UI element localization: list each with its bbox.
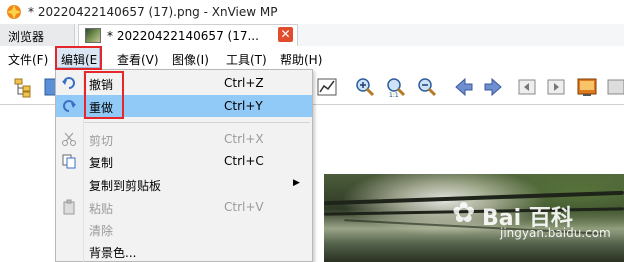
tab-image-label: * 20220422140657 (17...	[107, 29, 259, 43]
tab-browser[interactable]: 浏览器	[0, 24, 75, 46]
last-page-icon[interactable]	[545, 76, 567, 98]
svg-text:1:1: 1:1	[389, 92, 399, 98]
next-arrow-icon[interactable]	[482, 76, 504, 98]
annotation-box-edit-menu	[55, 46, 102, 70]
watermark-url: jingyan.baidu.com	[500, 226, 611, 240]
window-title: * 20220422140657 (17).png - XnView MP	[28, 5, 278, 19]
undo-icon	[61, 75, 77, 91]
paste-icon	[61, 199, 77, 215]
menu-tools[interactable]: 工具(T)	[226, 51, 267, 68]
menu-item-clear[interactable]: 清除	[56, 218, 312, 240]
tree-view-icon[interactable]	[12, 76, 34, 98]
menu-item-label: 清除	[89, 224, 114, 238]
menu-file[interactable]: 文件(F)	[8, 51, 48, 68]
histogram-icon[interactable]	[316, 76, 338, 98]
menu-item-background-color[interactable]: 背景色...	[56, 240, 312, 262]
tab-browser-label: 浏览器	[8, 30, 45, 44]
baidu-paw-logo-icon: ✿	[452, 196, 476, 229]
menu-item-label: 粘贴	[89, 202, 114, 216]
menu-item-shortcut: Ctrl+Z	[224, 76, 264, 90]
menu-item-label: 复制到剪贴板	[89, 179, 162, 193]
menu-item-copy-to-clipboard[interactable]: 复制到剪贴板 ▶	[56, 173, 312, 195]
close-tab-icon[interactable]: ✕	[278, 27, 293, 42]
previous-arrow-icon[interactable]	[453, 76, 475, 98]
menu-item-copy[interactable]: 复制 Ctrl+C	[56, 150, 312, 172]
menu-help[interactable]: 帮助(H)	[280, 51, 322, 68]
menu-separator	[84, 122, 310, 123]
zoom-in-icon[interactable]	[354, 76, 376, 98]
submenu-arrow-icon: ▶	[293, 178, 300, 188]
zoom-out-icon[interactable]	[416, 76, 438, 98]
menu-item-shortcut: Ctrl+Y	[224, 99, 263, 113]
image-thumbnail-icon	[85, 28, 101, 43]
fullscreen-image-icon[interactable]	[576, 76, 598, 98]
menu-item-cut[interactable]: 剪切 Ctrl+X	[56, 128, 312, 150]
menu-item-label: 剪切	[89, 134, 114, 148]
menu-item-label: 复制	[89, 156, 114, 170]
annotation-box-undo-redo	[84, 71, 124, 119]
more-tools-icon[interactable]	[606, 76, 624, 98]
xnview-app-icon[interactable]	[6, 4, 22, 20]
menu-image[interactable]: 图像(I)	[172, 51, 209, 68]
menu-item-paste[interactable]: 粘贴 Ctrl+V	[56, 196, 312, 218]
menu-item-shortcut: Ctrl+C	[224, 154, 264, 168]
first-page-icon[interactable]	[516, 76, 538, 98]
tab-image[interactable]: * 20220422140657 (17...	[78, 24, 298, 46]
redo-icon	[61, 98, 77, 114]
zoom-actual-size-icon[interactable]: 1:1	[385, 76, 407, 99]
menu-item-shortcut: Ctrl+V	[224, 200, 264, 214]
cut-icon	[61, 131, 77, 147]
copy-icon	[61, 153, 77, 169]
menu-view[interactable]: 查看(V)	[117, 51, 159, 68]
menu-item-shortcut: Ctrl+X	[224, 132, 264, 146]
menu-item-label: 背景色...	[89, 246, 137, 260]
